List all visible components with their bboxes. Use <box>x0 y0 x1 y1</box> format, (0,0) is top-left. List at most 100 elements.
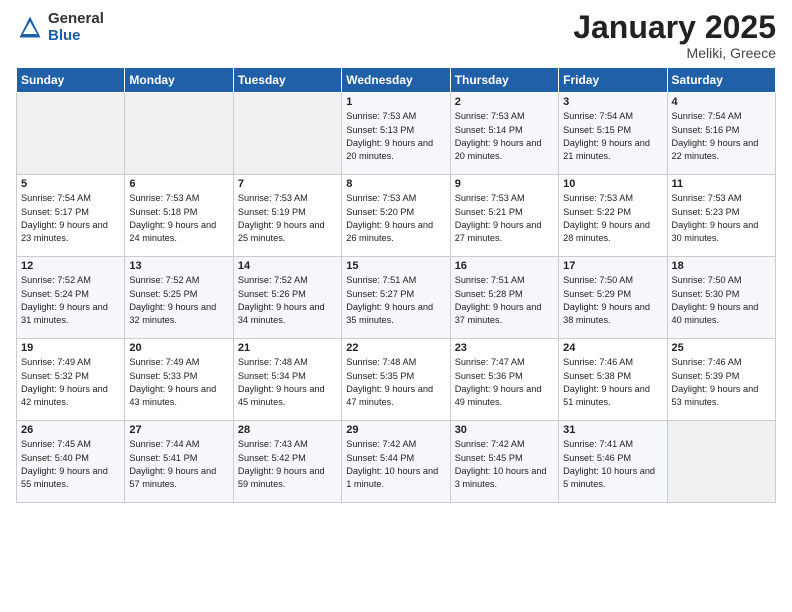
day-number: 16 <box>455 260 554 272</box>
day-info: Sunrise: 7:48 AM Sunset: 5:34 PM Dayligh… <box>238 356 337 409</box>
calendar-cell: 7 Sunrise: 7:53 AM Sunset: 5:19 PM Daylig… <box>233 175 341 257</box>
day-number: 15 <box>346 260 445 272</box>
calendar-cell: 5 Sunrise: 7:54 AM Sunset: 5:17 PM Daylig… <box>17 175 125 257</box>
day-number: 28 <box>238 424 337 436</box>
day-info: Sunrise: 7:47 AM Sunset: 5:36 PM Dayligh… <box>455 356 554 409</box>
day-info: Sunrise: 7:51 AM Sunset: 5:28 PM Dayligh… <box>455 274 554 327</box>
day-info: Sunrise: 7:44 AM Sunset: 5:41 PM Dayligh… <box>129 438 228 491</box>
day-info: Sunrise: 7:42 AM Sunset: 5:45 PM Dayligh… <box>455 438 554 491</box>
day-info: Sunrise: 7:53 AM Sunset: 5:21 PM Dayligh… <box>455 192 554 245</box>
calendar-cell: 10 Sunrise: 7:53 AM Sunset: 5:22 PM Dayli… <box>559 175 667 257</box>
day-number: 14 <box>238 260 337 272</box>
calendar-cell: 2 Sunrise: 7:53 AM Sunset: 5:14 PM Daylig… <box>450 93 558 175</box>
logo: General Blue <box>16 10 104 45</box>
calendar-cell <box>233 93 341 175</box>
day-number: 3 <box>563 96 662 108</box>
calendar-cell: 16 Sunrise: 7:51 AM Sunset: 5:28 PM Dayli… <box>450 257 558 339</box>
header-thursday: Thursday <box>450 68 558 93</box>
day-info: Sunrise: 7:45 AM Sunset: 5:40 PM Dayligh… <box>21 438 120 491</box>
day-info: Sunrise: 7:43 AM Sunset: 5:42 PM Dayligh… <box>238 438 337 491</box>
logo-text: General Blue <box>48 10 104 45</box>
day-number: 6 <box>129 178 228 190</box>
calendar-cell: 25Sunrise: 7:46 AM Sunset: 5:39 PM Dayli… <box>667 339 775 421</box>
day-number: 22 <box>346 342 445 354</box>
day-number: 24 <box>563 342 662 354</box>
calendar-cell: 11 Sunrise: 7:53 AM Sunset: 5:23 PM Dayli… <box>667 175 775 257</box>
day-number: 1 <box>346 96 445 108</box>
title-block: January 2025 Meliki, Greece <box>573 10 776 61</box>
day-number: 7 <box>238 178 337 190</box>
day-info: Sunrise: 7:50 AM Sunset: 5:29 PM Dayligh… <box>563 274 662 327</box>
day-info: Sunrise: 7:53 AM Sunset: 5:19 PM Dayligh… <box>238 192 337 245</box>
calendar-cell: 28 Sunrise: 7:43 AM Sunset: 5:42 PM Dayli… <box>233 421 341 503</box>
day-info: Sunrise: 7:53 AM Sunset: 5:13 PM Dayligh… <box>346 110 445 163</box>
logo-general: General <box>48 10 104 27</box>
day-info: Sunrise: 7:41 AM Sunset: 5:46 PM Dayligh… <box>563 438 662 491</box>
calendar-cell: 18 Sunrise: 7:50 AM Sunset: 5:30 PM Dayli… <box>667 257 775 339</box>
day-number: 20 <box>129 342 228 354</box>
day-number: 27 <box>129 424 228 436</box>
header: General Blue January 2025 Meliki, Greece <box>16 10 776 61</box>
day-number: 30 <box>455 424 554 436</box>
calendar-week-5: 26 Sunrise: 7:45 AM Sunset: 5:40 PM Dayli… <box>17 421 776 503</box>
day-info: Sunrise: 7:49 AM Sunset: 5:32 PM Dayligh… <box>21 356 120 409</box>
logo-icon <box>16 13 44 41</box>
calendar-cell: 6Sunrise: 7:53 AM Sunset: 5:18 PM Daylig… <box>125 175 233 257</box>
day-info: Sunrise: 7:53 AM Sunset: 5:14 PM Dayligh… <box>455 110 554 163</box>
calendar-cell: 29Sunrise: 7:42 AM Sunset: 5:44 PM Dayli… <box>342 421 450 503</box>
location: Meliki, Greece <box>573 45 776 61</box>
calendar-week-2: 5 Sunrise: 7:54 AM Sunset: 5:17 PM Daylig… <box>17 175 776 257</box>
header-saturday: Saturday <box>667 68 775 93</box>
day-number: 4 <box>672 96 771 108</box>
header-monday: Monday <box>125 68 233 93</box>
day-number: 5 <box>21 178 120 190</box>
day-number: 19 <box>21 342 120 354</box>
day-number: 21 <box>238 342 337 354</box>
day-number: 26 <box>21 424 120 436</box>
day-info: Sunrise: 7:53 AM Sunset: 5:23 PM Dayligh… <box>672 192 771 245</box>
calendar-cell: 20 Sunrise: 7:49 AM Sunset: 5:33 PM Dayli… <box>125 339 233 421</box>
day-number: 13 <box>129 260 228 272</box>
day-number: 8 <box>346 178 445 190</box>
calendar-cell: 15Sunrise: 7:51 AM Sunset: 5:27 PM Dayli… <box>342 257 450 339</box>
day-info: Sunrise: 7:52 AM Sunset: 5:25 PM Dayligh… <box>129 274 228 327</box>
calendar-cell: 4Sunrise: 7:54 AM Sunset: 5:16 PM Daylig… <box>667 93 775 175</box>
calendar-cell: 13 Sunrise: 7:52 AM Sunset: 5:25 PM Dayli… <box>125 257 233 339</box>
calendar-cell: 3Sunrise: 7:54 AM Sunset: 5:15 PM Daylig… <box>559 93 667 175</box>
header-tuesday: Tuesday <box>233 68 341 93</box>
calendar-cell <box>17 93 125 175</box>
calendar-cell: 21 Sunrise: 7:48 AM Sunset: 5:34 PM Dayli… <box>233 339 341 421</box>
day-info: Sunrise: 7:53 AM Sunset: 5:22 PM Dayligh… <box>563 192 662 245</box>
day-number: 10 <box>563 178 662 190</box>
day-number: 18 <box>672 260 771 272</box>
calendar-week-4: 19 Sunrise: 7:49 AM Sunset: 5:32 PM Dayli… <box>17 339 776 421</box>
day-number: 11 <box>672 178 771 190</box>
calendar-cell: 9Sunrise: 7:53 AM Sunset: 5:21 PM Daylig… <box>450 175 558 257</box>
calendar-header-row: Sunday Monday Tuesday Wednesday Thursday… <box>17 68 776 93</box>
calendar-week-3: 12Sunrise: 7:52 AM Sunset: 5:24 PM Dayli… <box>17 257 776 339</box>
header-wednesday: Wednesday <box>342 68 450 93</box>
calendar-cell: 12Sunrise: 7:52 AM Sunset: 5:24 PM Dayli… <box>17 257 125 339</box>
day-number: 2 <box>455 96 554 108</box>
day-info: Sunrise: 7:48 AM Sunset: 5:35 PM Dayligh… <box>346 356 445 409</box>
day-number: 25 <box>672 342 771 354</box>
day-number: 12 <box>21 260 120 272</box>
page: General Blue January 2025 Meliki, Greece… <box>0 0 792 612</box>
day-info: Sunrise: 7:52 AM Sunset: 5:26 PM Dayligh… <box>238 274 337 327</box>
logo-blue: Blue <box>48 27 81 44</box>
calendar-cell: 8 Sunrise: 7:53 AM Sunset: 5:20 PM Daylig… <box>342 175 450 257</box>
calendar-cell: 17 Sunrise: 7:50 AM Sunset: 5:29 PM Dayli… <box>559 257 667 339</box>
header-sunday: Sunday <box>17 68 125 93</box>
day-info: Sunrise: 7:50 AM Sunset: 5:30 PM Dayligh… <box>672 274 771 327</box>
calendar-cell: 19 Sunrise: 7:49 AM Sunset: 5:32 PM Dayli… <box>17 339 125 421</box>
day-info: Sunrise: 7:49 AM Sunset: 5:33 PM Dayligh… <box>129 356 228 409</box>
day-info: Sunrise: 7:54 AM Sunset: 5:17 PM Dayligh… <box>21 192 120 245</box>
month-title: January 2025 <box>573 10 776 45</box>
day-info: Sunrise: 7:53 AM Sunset: 5:20 PM Dayligh… <box>346 192 445 245</box>
calendar-cell <box>125 93 233 175</box>
day-number: 17 <box>563 260 662 272</box>
calendar-cell: 22 Sunrise: 7:48 AM Sunset: 5:35 PM Dayli… <box>342 339 450 421</box>
day-info: Sunrise: 7:42 AM Sunset: 5:44 PM Dayligh… <box>346 438 445 491</box>
calendar-week-1: 1 Sunrise: 7:53 AM Sunset: 5:13 PM Daylig… <box>17 93 776 175</box>
calendar-cell: 24Sunrise: 7:46 AM Sunset: 5:38 PM Dayli… <box>559 339 667 421</box>
